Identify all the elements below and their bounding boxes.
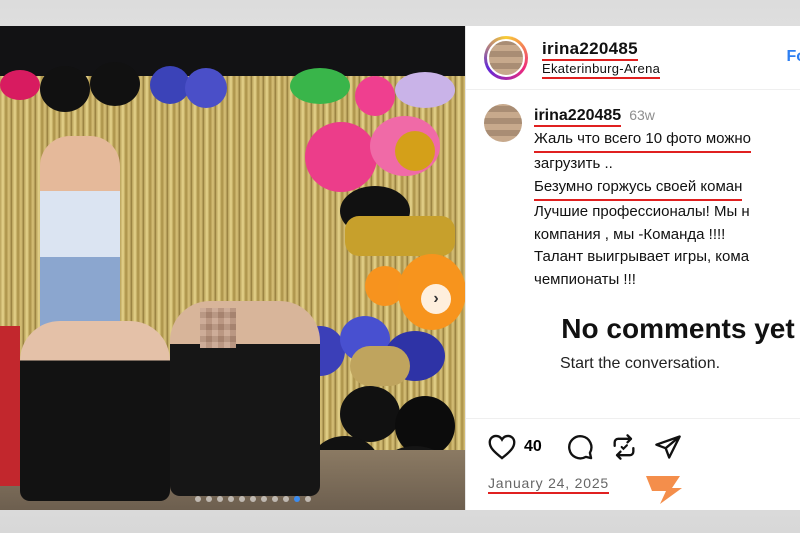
carousel-dots	[0, 496, 465, 502]
author-info: irina220485 Ekaterinburg-Arena	[542, 39, 661, 79]
carousel-dot	[249, 496, 256, 502]
carousel-dot	[282, 496, 289, 502]
caption-line: Талант выигрывает игры, кома	[534, 248, 750, 265]
balloon	[305, 122, 377, 192]
like-count[interactable]: 40	[524, 438, 542, 456]
carousel-dot	[194, 496, 201, 502]
gold-chain	[345, 216, 455, 256]
heart-icon[interactable]	[488, 434, 516, 460]
carousel-dot	[304, 496, 311, 502]
caption-line: чемпионаты !!!	[534, 270, 636, 288]
man-left-figure	[20, 321, 170, 501]
caption-username[interactable]: irina220485	[534, 107, 622, 127]
carousel-dot	[260, 496, 267, 502]
post-photo[interactable]: ›	[0, 26, 465, 510]
comment-icon[interactable]	[566, 433, 594, 461]
share-icon[interactable]	[654, 433, 682, 461]
man-right-figure	[170, 301, 320, 496]
carousel-dot	[271, 496, 278, 502]
party-scene	[0, 62, 465, 510]
caption-body: irina220485 63w Жаль что всего 10 фото мо…	[534, 104, 751, 291]
caption-line: загрузить ..	[534, 155, 613, 172]
caption-line: Жаль что всего 10 фото можно	[534, 128, 751, 153]
author-username[interactable]: irina220485	[542, 39, 638, 61]
watermark-logo	[642, 474, 684, 504]
post-details-panel: irina220485 Ekaterinburg-Arena Fo irina2…	[465, 26, 800, 510]
post-header: irina220485 Ekaterinburg-Arena Fo	[466, 26, 800, 90]
balloon	[90, 62, 140, 106]
balloon	[150, 66, 190, 104]
caption-block: irina220485 63w Жаль что всего 10 фото мо…	[466, 90, 800, 291]
post-location[interactable]: Ekaterinburg-Arena	[542, 61, 661, 79]
caption-line: Безумно горжусь своей коман	[534, 176, 743, 201]
post-window: › irina220485 Ekaterinburg-Arena F irina…	[0, 26, 800, 510]
avatar-image	[487, 38, 525, 77]
carousel-dot	[205, 496, 212, 502]
actions-bar: 40 January 24, 2025	[466, 418, 800, 494]
caption-line: Лучшие профессионалы! Мы н	[534, 203, 750, 220]
follow-button[interactable]: Fo	[786, 48, 800, 66]
chevron-right-icon: ›	[433, 290, 439, 307]
author-avatar[interactable]	[484, 35, 528, 80]
next-photo-button[interactable]: ›	[421, 284, 451, 314]
caption-line: компания , мы -Команда !!!!	[534, 225, 726, 243]
star-balloon	[395, 131, 435, 171]
blurred-face	[200, 308, 236, 348]
balloon	[395, 72, 455, 108]
carousel-dot	[238, 496, 245, 502]
carousel-dot	[216, 496, 223, 502]
post-date[interactable]: January 24, 2025	[488, 475, 609, 494]
partial-figure	[0, 326, 20, 486]
balloon	[185, 68, 227, 108]
carousel-dot-active	[293, 496, 300, 502]
caption-avatar[interactable]	[484, 104, 522, 142]
balloon	[355, 76, 395, 116]
carousel-dot	[227, 496, 234, 502]
caption-age[interactable]: 63w	[629, 107, 655, 123]
balloon	[340, 386, 400, 442]
balloon	[290, 68, 350, 104]
balloon	[40, 66, 90, 112]
no-comments-title: No comments yet	[561, 313, 795, 344]
repost-icon[interactable]	[610, 433, 638, 461]
start-conversation-text: Start the conversation.	[559, 355, 721, 372]
microphone-balloon	[350, 346, 410, 386]
action-icons: 40	[488, 433, 800, 461]
balloon	[0, 70, 40, 100]
